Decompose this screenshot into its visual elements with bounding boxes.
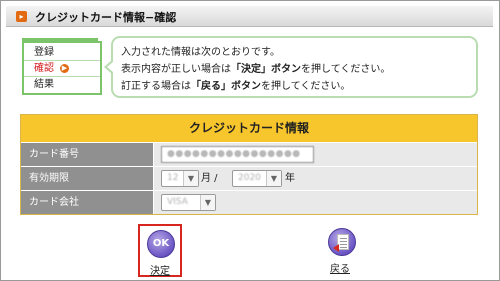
expiry-row: 有効期限 12 ▼ 月 / 2020 ▼ 年 — [21, 166, 477, 190]
back-button[interactable]: 戻る — [320, 224, 364, 277]
message-line-2-suffix: を押してください。 — [301, 64, 391, 75]
month-unit: 月 / — [201, 173, 218, 184]
message-line-1: 入力された情報は次のとおりです。 — [121, 47, 280, 58]
confirm-button-label[interactable]: 決定 — [140, 262, 180, 277]
step-result-label: 結果 — [34, 79, 54, 90]
expiry-month-select[interactable]: 12 ▼ — [161, 170, 199, 187]
step-register-label: 登録 — [34, 47, 54, 58]
expiry-year-select[interactable]: 2020 ▼ — [232, 170, 282, 187]
credit-card-table: クレジットカード情報 カード番号 ●●●●●●●●●●●●●●●● 有効期限 1… — [20, 114, 478, 215]
step-register: 登録 — [24, 45, 100, 61]
back-document-icon[interactable] — [328, 228, 356, 256]
step-confirm: 確認 ▶ — [24, 61, 100, 77]
expiry-label: 有効期限 — [21, 167, 154, 190]
instruction-message: 入力された情報は次のとおりです。 表示内容が正しい場合は「決定」ボタンを押してく… — [104, 36, 478, 98]
chevron-down-icon: ▼ — [183, 171, 198, 186]
message-line-2-bold: 「決定」ボタン — [231, 64, 301, 75]
page-title: クレジットカード情報−確認 — [35, 11, 177, 24]
chevron-down-icon: ▼ — [200, 195, 215, 210]
step-confirm-label: 確認 — [34, 63, 54, 74]
card-number-label: カード番号 — [21, 143, 154, 166]
card-company-value: VISA — [167, 197, 188, 207]
expiry-month-value: 12 — [167, 173, 179, 183]
message-line-3-suffix: を押してください。 — [261, 81, 351, 92]
back-button-label[interactable]: 戻る — [320, 260, 360, 275]
message-line-3: 訂正する場合は「戻る」ボタンを押してください。 — [121, 78, 476, 95]
step-tab — [22, 38, 98, 43]
step-indicator: 登録 確認 ▶ 結果 — [22, 38, 102, 95]
year-unit: 年 — [285, 173, 295, 184]
expiry-year-value: 2020 — [238, 173, 261, 183]
back-arrow-icon — [333, 244, 339, 252]
message-line-2-prefix: 表示内容が正しい場合は — [121, 64, 231, 75]
message-line-2: 表示内容が正しい場合は「決定」ボタンを押してください。 — [121, 61, 476, 78]
arrow-right-icon: ▸ — [16, 11, 27, 22]
chevron-down-icon: ▼ — [266, 171, 281, 186]
card-number-field[interactable]: ●●●●●●●●●●●●●●●● — [161, 146, 314, 163]
ok-icon[interactable]: OK — [147, 230, 175, 258]
arrow-right-circle-icon: ▶ — [60, 64, 69, 73]
card-company-row: カード会社 VISA ▼ — [21, 190, 477, 214]
card-number-row: カード番号 ●●●●●●●●●●●●●●●● — [21, 142, 477, 166]
card-company-label: カード会社 — [21, 191, 154, 214]
card-table-title: クレジットカード情報 — [21, 115, 477, 142]
step-result: 結果 — [24, 77, 100, 93]
confirm-button[interactable]: OK 決定 — [138, 224, 182, 277]
message-line-3-bold: 「戻る」ボタン — [191, 81, 261, 92]
card-company-select[interactable]: VISA ▼ — [161, 194, 216, 211]
page-header: ▸ クレジットカード情報−確認 — [6, 6, 493, 27]
message-line-3-prefix: 訂正する場合は — [121, 81, 191, 92]
bubble-tail-inner — [107, 62, 113, 72]
